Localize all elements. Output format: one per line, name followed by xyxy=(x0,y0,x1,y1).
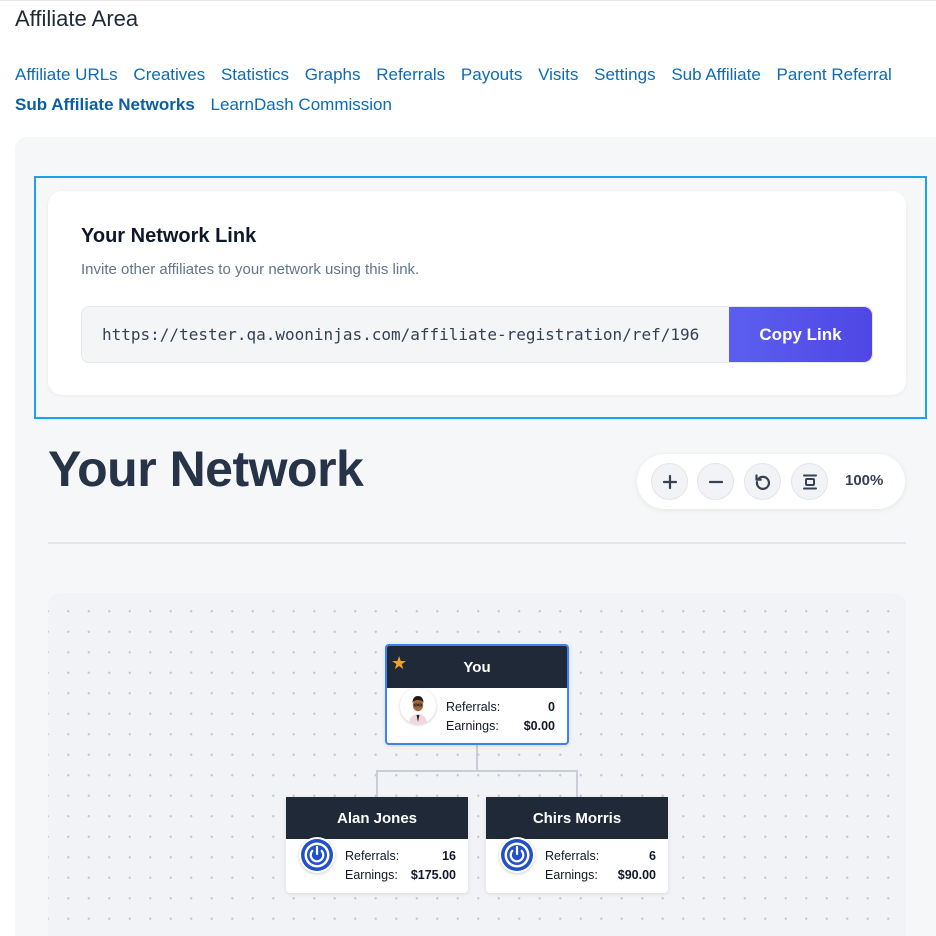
referrals-label: Referrals: xyxy=(345,849,400,863)
referrals-count: 0 xyxy=(548,700,555,714)
network-node-chirs-morris[interactable]: Chirs Morris Referrals: 6 Earnings: $90.… xyxy=(486,797,668,893)
nav-sub-affiliate[interactable]: Sub Affiliate xyxy=(671,60,760,90)
section-divider xyxy=(48,542,906,544)
top-rule xyxy=(0,0,936,1)
nav-visits[interactable]: Visits xyxy=(538,60,578,90)
referrals-count: 16 xyxy=(442,849,456,863)
zoom-in-button[interactable] xyxy=(651,463,688,500)
nav-graphs[interactable]: Graphs xyxy=(305,60,361,90)
zoom-out-button[interactable] xyxy=(697,463,734,500)
network-title: Your Network xyxy=(48,441,364,497)
power-icon xyxy=(301,839,333,871)
earnings-amount: $90.00 xyxy=(617,868,656,882)
nav-affiliate-urls[interactable]: Affiliate URLs xyxy=(15,60,118,90)
tree-connector xyxy=(476,744,478,771)
power-icon xyxy=(501,839,533,871)
avatar xyxy=(299,837,335,873)
nav-learndash-commission[interactable]: LearnDash Commission xyxy=(211,90,392,120)
network-link-url[interactable]: https://tester.qa.wooninjas.com/affiliat… xyxy=(102,325,722,344)
star-icon: ★ xyxy=(391,653,408,673)
plus-icon xyxy=(662,474,677,489)
reset-icon xyxy=(754,473,770,490)
referrals-label: Referrals: xyxy=(446,700,501,714)
node-name: Alan Jones xyxy=(336,809,418,827)
zoom-controls: 100% xyxy=(637,454,905,509)
node-header: ★ You xyxy=(387,646,567,688)
earnings-label: Earnings: xyxy=(345,868,398,882)
zoom-level: 100% xyxy=(845,472,884,489)
referrals-label: Referrals: xyxy=(545,849,600,863)
node-header: Chirs Morris xyxy=(486,797,668,839)
node-header: Alan Jones xyxy=(286,797,468,839)
earnings-amount: $175.00 xyxy=(410,868,456,882)
minus-icon xyxy=(708,480,723,483)
affiliate-nav: Affiliate URLs Creatives Statistics Grap… xyxy=(15,60,925,120)
tree-connector xyxy=(376,770,378,797)
tree-connector xyxy=(376,770,578,772)
nav-creatives[interactable]: Creatives xyxy=(133,60,205,90)
referrals-count: 6 xyxy=(649,849,656,863)
network-link-title: Your Network Link xyxy=(81,225,257,247)
node-name: Chirs Morris xyxy=(532,809,622,827)
avatar xyxy=(400,688,436,724)
node-name: You xyxy=(463,658,491,676)
network-link-card: Your Network Link Invite other affiliate… xyxy=(48,191,906,395)
network-link-subtitle: Invite other affiliates to your network … xyxy=(81,261,420,278)
fit-view-button[interactable] xyxy=(791,463,828,500)
network-node-root[interactable]: ★ You Referrals: 0 Earnings: $0.00 xyxy=(385,644,569,745)
nav-statistics[interactable]: Statistics xyxy=(221,60,289,90)
person-avatar-icon xyxy=(400,688,436,724)
nav-settings[interactable]: Settings xyxy=(594,60,655,90)
nav-parent-referral[interactable]: Parent Referral xyxy=(777,60,892,90)
nav-sub-affiliate-networks[interactable]: Sub Affiliate Networks xyxy=(15,90,195,120)
copy-link-button[interactable]: Copy Link xyxy=(729,307,872,362)
earnings-label: Earnings: xyxy=(545,868,598,882)
fit-icon xyxy=(802,474,817,489)
earnings-label: Earnings: xyxy=(446,719,499,733)
avatar xyxy=(499,837,535,873)
nav-referrals[interactable]: Referrals xyxy=(376,60,445,90)
page-title: Affiliate Area xyxy=(15,6,139,31)
network-node-alan-jones[interactable]: Alan Jones Referrals: 16 Earnings: $175.… xyxy=(286,797,468,893)
earnings-amount: $0.00 xyxy=(523,719,555,733)
nav-payouts[interactable]: Payouts xyxy=(461,60,522,90)
network-link-field[interactable]: https://tester.qa.wooninjas.com/affiliat… xyxy=(81,306,873,363)
tree-connector xyxy=(576,770,578,797)
zoom-reset-button[interactable] xyxy=(744,463,781,500)
